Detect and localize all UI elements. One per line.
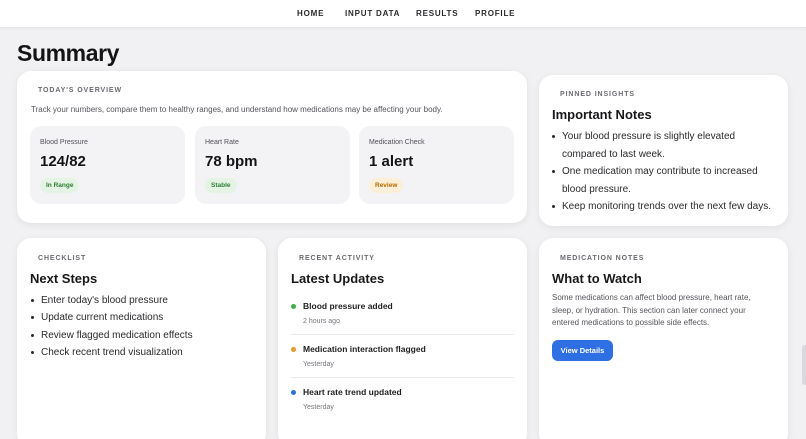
metric-value: 1 alert [369, 153, 414, 170]
metric-blood-pressure: Blood Pressure 124/82 In Range [30, 126, 185, 204]
activity-title: Latest Updates [291, 271, 385, 286]
insights-eyebrow: PINNED INSIGHTS [560, 91, 635, 98]
metric-value: 124/82 [40, 153, 86, 170]
status-badge: Stable [205, 178, 237, 193]
nav-results[interactable]: RESULTS [416, 9, 458, 18]
metric-label: Heart Rate [205, 139, 239, 146]
activity-text: Heart rate trend updated [303, 387, 402, 397]
activity-time: Yesterday [303, 361, 334, 368]
medication-eyebrow: MEDICATION NOTES [560, 255, 645, 262]
status-badge: Review [369, 178, 404, 193]
page-title: Summary [17, 40, 120, 66]
overview-eyebrow: TODAY'S OVERVIEW [38, 87, 123, 94]
scrollbar[interactable] [802, 345, 806, 385]
overview-card: TODAY'S OVERVIEW Track your numbers, com… [17, 71, 527, 223]
metric-medication-check: Medication Check 1 alert Review [359, 126, 514, 204]
checklist-eyebrow: CHECKLIST [38, 255, 87, 262]
activity-time: 2 hours ago [303, 318, 340, 325]
list-item: Update current medications [31, 309, 193, 326]
nav-home[interactable]: HOME [297, 9, 324, 18]
status-badge: In Range [40, 178, 80, 193]
status-dot [291, 347, 296, 352]
view-details-button[interactable]: View Details [552, 340, 613, 361]
list-item: Your blood pressure is slightly elevated… [552, 128, 771, 163]
top-navigation: HOME INPUT DATA RESULTS PROFILE [0, 0, 806, 28]
metric-label: Medication Check [369, 139, 425, 146]
activity-eyebrow: RECENT ACTIVITY [299, 255, 375, 262]
metric-label: Blood Pressure [40, 139, 88, 146]
status-dot [291, 304, 296, 309]
metric-value: 78 bpm [205, 153, 258, 170]
insights-card: PINNED INSIGHTS Important Notes Your blo… [539, 75, 788, 226]
divider [291, 377, 514, 378]
overview-description: Track your numbers, compare them to heal… [31, 105, 443, 114]
insights-title: Important Notes [552, 107, 652, 122]
activity-card: RECENT ACTIVITY Latest Updates Blood pre… [278, 238, 527, 439]
divider [291, 334, 514, 335]
medication-card: MEDICATION NOTES What to Watch Some medi… [539, 238, 788, 439]
medication-description: Some medications can affect blood pressu… [552, 293, 751, 328]
list-item: Review flagged medication effects [31, 327, 193, 344]
activity-text: Medication interaction flagged [303, 344, 426, 354]
nav-input-data[interactable]: INPUT DATA [345, 9, 400, 18]
list-item: Keep monitoring trends over the next few… [552, 198, 771, 216]
checklist-card: CHECKLIST Next Steps Enter today's blood… [17, 238, 266, 439]
list-item: Enter today's blood pressure [31, 292, 193, 309]
checklist-title: Next Steps [30, 271, 98, 286]
list-item: Check recent trend visualization [31, 344, 193, 361]
activity-time: Yesterday [303, 404, 334, 411]
activity-text: Blood pressure added [303, 301, 393, 311]
status-dot [291, 390, 296, 395]
medication-title: What to Watch [552, 271, 642, 286]
metric-heart-rate: Heart Rate 78 bpm Stable [195, 126, 350, 204]
insights-list: Your blood pressure is slightly elevated… [552, 128, 771, 216]
list-item: One medication may contribute to increas… [552, 163, 771, 198]
nav-profile[interactable]: PROFILE [475, 9, 515, 18]
checklist-list: Enter today's blood pressure Update curr… [31, 292, 193, 361]
